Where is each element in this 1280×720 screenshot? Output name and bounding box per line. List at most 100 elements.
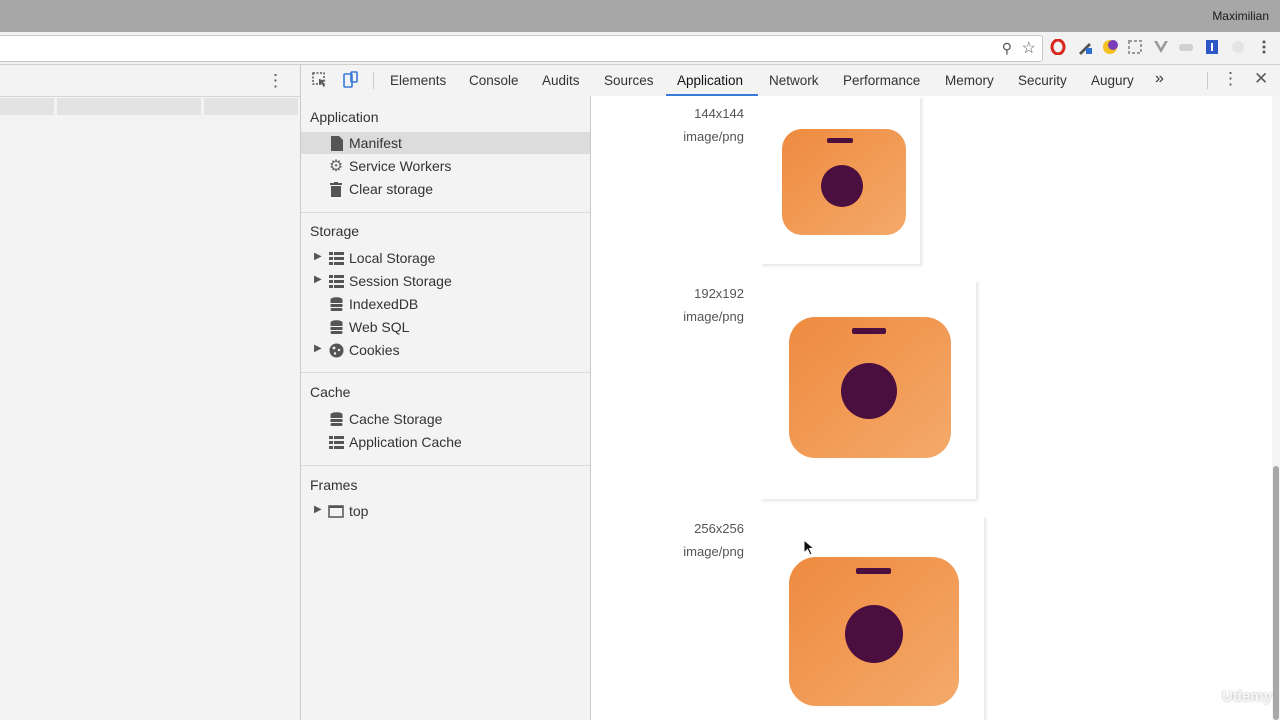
expand-arrow-icon[interactable]: ▶ (314, 504, 322, 515)
application-sidebar: Application Manifest ⚙ Service Workers C… (301, 96, 591, 720)
icon-mime-type: image/png (683, 544, 744, 559)
circle-icon[interactable] (1229, 38, 1247, 56)
header-cell (0, 98, 54, 115)
inspect-element-icon[interactable] (311, 71, 329, 94)
sidebar-item-application-cache[interactable]: Application Cache (301, 431, 590, 453)
mask-icon[interactable] (1177, 38, 1195, 56)
sidebar-item-label: Manifest (349, 135, 402, 151)
page-viewport: ⋮ (0, 65, 301, 720)
more-tabs-button[interactable]: » (1155, 70, 1164, 88)
section-divider (301, 372, 590, 373)
close-icon[interactable]: ✕ (1254, 69, 1268, 89)
tab-performance[interactable]: Performance (843, 73, 920, 88)
watermark: Udemy (1221, 688, 1272, 705)
shield-icon[interactable] (1203, 38, 1221, 56)
zoom-icon[interactable]: ⚲ (1002, 40, 1012, 57)
crop-icon[interactable] (1126, 38, 1144, 56)
database-icon (328, 411, 344, 427)
sidebar-item-label: Web SQL (349, 319, 410, 335)
icon-mime-type: image/png (683, 129, 744, 144)
section-title-application: Application (310, 109, 379, 125)
grid-icon (328, 250, 344, 266)
mouse-cursor-icon (803, 538, 816, 560)
separator (373, 72, 374, 89)
sidebar-item-cache-storage[interactable]: Cache Storage (301, 408, 590, 430)
sidebar-item-label: Cookies (349, 342, 400, 358)
sidebar-item-label: Application Cache (349, 434, 462, 450)
icon-size: 256x256 (694, 521, 744, 536)
sidebar-item-label: IndexedDB (349, 296, 419, 312)
sidebar-item-cookies[interactable]: ▶ Cookies (301, 339, 590, 361)
address-bar[interactable]: ⚲ ☆ (0, 35, 1043, 62)
cookie-icon (328, 342, 344, 358)
expand-arrow-icon[interactable]: ▶ (314, 251, 322, 262)
sidebar-item-frame-top[interactable]: ▶ top (301, 500, 590, 522)
icon-size: 144x144 (694, 106, 744, 121)
section-title-frames: Frames (310, 477, 358, 493)
opera-icon[interactable] (1049, 38, 1067, 56)
grid-icon (328, 273, 344, 289)
sidebar-item-label: top (349, 503, 369, 519)
icon-preview (760, 280, 976, 499)
bookmark-star-icon[interactable]: ☆ (1022, 38, 1036, 58)
trash-icon (328, 181, 344, 197)
manifest-panel: 144x144 image/png 192x192 image/png 256x… (591, 96, 1280, 720)
icon-size: 192x192 (694, 286, 744, 301)
tab-application[interactable]: Application (677, 73, 743, 88)
sidebar-item-label: Service Workers (349, 158, 452, 174)
section-title-cache: Cache (310, 384, 351, 400)
expand-arrow-icon[interactable]: ▶ (314, 343, 322, 354)
tab-audits[interactable]: Audits (542, 73, 580, 88)
tab-console[interactable]: Console (469, 73, 519, 88)
page-header-strip (0, 98, 300, 115)
devtools-tab-bar: Elements Console Audits Sources Applicat… (301, 65, 1280, 97)
frame-icon (328, 503, 344, 519)
database-icon (328, 296, 344, 312)
pen-tool-icon[interactable] (1076, 38, 1094, 56)
sidebar-item-label: Session Storage (349, 273, 452, 289)
tab-augury[interactable]: Augury (1091, 73, 1134, 88)
more-options-icon[interactable]: ⋮ (267, 71, 284, 91)
camera-icon (789, 317, 951, 458)
separator (1207, 72, 1208, 89)
icon-preview (760, 96, 920, 264)
scrollbar-thumb[interactable] (1273, 466, 1279, 720)
sidebar-item-clear-storage[interactable]: Clear storage (301, 178, 590, 200)
customize-devtools-icon[interactable]: ⋮ (1222, 69, 1239, 89)
gear-icon: ⚙ (328, 158, 344, 175)
sidebar-item-session-storage[interactable]: ▶ Session Storage (301, 270, 590, 292)
document-icon (328, 135, 344, 151)
section-title-storage: Storage (310, 223, 360, 239)
section-divider (301, 212, 590, 213)
page-toolbar: ⋮ (0, 65, 300, 97)
camera-icon (789, 557, 959, 706)
sidebar-item-local-storage[interactable]: ▶ Local Storage (301, 247, 590, 269)
section-divider (301, 465, 590, 466)
sidebar-item-web-sql[interactable]: Web SQL (301, 316, 590, 338)
icon-mime-type: image/png (683, 309, 744, 324)
window-title-bar: Maximilian (0, 0, 1280, 32)
header-cell (204, 98, 298, 115)
expand-arrow-icon[interactable]: ▶ (314, 274, 322, 285)
device-toolbar-icon[interactable] (341, 71, 359, 94)
tab-elements[interactable]: Elements (390, 73, 446, 88)
tab-sources[interactable]: Sources (604, 73, 654, 88)
sidebar-item-label: Local Storage (349, 250, 436, 266)
database-icon (328, 319, 344, 335)
icon-preview (760, 516, 984, 720)
header-cell (57, 98, 201, 115)
sidebar-item-manifest[interactable]: Manifest (301, 132, 590, 154)
vue-icon[interactable] (1152, 38, 1170, 56)
sidebar-item-indexeddb[interactable]: IndexedDB (301, 293, 590, 315)
moon-icon[interactable] (1101, 38, 1119, 56)
sidebar-item-label: Cache Storage (349, 411, 443, 427)
camera-icon (782, 129, 906, 235)
more-vertical-icon[interactable] (1255, 38, 1273, 56)
profile-name[interactable]: Maximilian (1212, 9, 1269, 23)
grid-icon (328, 434, 344, 450)
tab-network[interactable]: Network (769, 73, 819, 88)
tab-security[interactable]: Security (1018, 73, 1067, 88)
tab-memory[interactable]: Memory (945, 73, 994, 88)
sidebar-item-label: Clear storage (349, 181, 434, 197)
sidebar-item-service-workers[interactable]: ⚙ Service Workers (301, 155, 590, 177)
